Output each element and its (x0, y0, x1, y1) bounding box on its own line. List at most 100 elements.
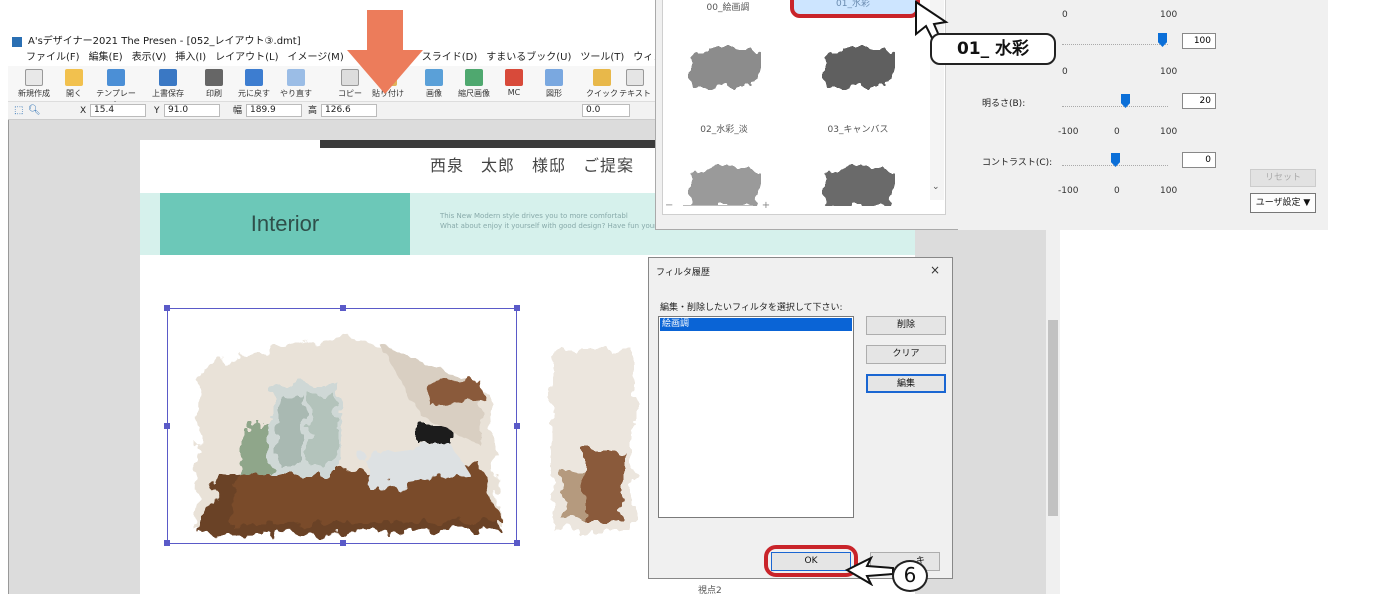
dialog-prompt: 編集・削除したいフィルタを選択して下さい: (660, 303, 843, 313)
new-label: 新規作成 (18, 89, 50, 98)
intensity-value[interactable]: 100 (1182, 33, 1216, 49)
menu-layout[interactable]: レイアウト(L) (215, 50, 278, 66)
menu-tools[interactable]: ツール(T) (580, 50, 624, 66)
clear-button[interactable]: クリア (866, 345, 946, 364)
delete-button[interactable]: 削除 (866, 316, 946, 335)
width-field[interactable]: 189.9 (246, 104, 302, 117)
scale-min: 0 (1062, 67, 1068, 77)
filter-thumbnail-list[interactable]: 00_絵画調 02_水彩_淡 03_キャンバス (662, 0, 946, 215)
select-tool-icon[interactable]: ⬚ (14, 102, 23, 120)
shape-button[interactable]: 図形 (532, 66, 576, 102)
scale-max: 100 (1160, 186, 1178, 196)
undo-button[interactable]: 元に戻す (232, 66, 276, 102)
scale-max: 100 (1160, 10, 1178, 20)
zoom-track[interactable] (682, 204, 753, 206)
x-field[interactable]: 15.4 (90, 104, 146, 117)
height-field[interactable]: 126.6 (321, 104, 377, 117)
quick-label: クイック (586, 89, 618, 98)
menu-slide[interactable]: スライド(D) (422, 50, 478, 66)
resize-handle[interactable] (514, 305, 520, 311)
zoom-icon[interactable]: 🔍︎ (28, 102, 41, 120)
resize-handle[interactable] (164, 540, 170, 546)
menu-file[interactable]: ファイル(F) (26, 50, 80, 66)
menu-smile-book[interactable]: すまいるブック(U) (486, 50, 571, 66)
user-settings-button[interactable]: ユーザ設定 ▼ (1250, 193, 1316, 213)
zoom-in-icon[interactable]: + (762, 200, 770, 211)
new-file-icon (25, 69, 43, 86)
scale-min: -100 (1058, 127, 1079, 137)
zoom-out-icon[interactable]: − (665, 200, 673, 211)
redo-button[interactable]: やり直す (274, 66, 318, 102)
edit-button[interactable]: 編集 (866, 374, 946, 393)
filter-label-canvas: 03_キャンバス (827, 125, 889, 135)
save-button[interactable]: 上書保存 (146, 66, 190, 102)
y-field[interactable]: 91.0 (164, 104, 220, 117)
description-line-1: This New Modern style drives you to more… (440, 212, 628, 220)
save-icon (159, 69, 177, 86)
redo-label: やり直す (280, 89, 312, 98)
app-icon (12, 37, 22, 47)
section-description: This New Modern style drives you to more… (440, 211, 675, 231)
text-label: テキスト (619, 89, 651, 98)
resize-handle[interactable] (164, 305, 170, 311)
menu-insert[interactable]: 挿入(I) (175, 50, 206, 66)
undo-label: 元に戻す (238, 89, 270, 98)
text-button[interactable]: テキスト (618, 66, 652, 102)
mc-icon (505, 69, 523, 86)
filter-thumb-canvas[interactable] (821, 44, 895, 90)
filter-history-list[interactable] (658, 316, 854, 518)
scale-min: -100 (1058, 186, 1079, 196)
menu-image[interactable]: イメージ(M) (287, 50, 343, 66)
resize-handle[interactable] (164, 423, 170, 429)
resize-handle[interactable] (514, 540, 520, 546)
brightness-value[interactable]: 20 (1182, 93, 1216, 109)
house-icon (465, 69, 483, 86)
save-label: 上書保存 (152, 89, 184, 98)
folder-icon (65, 69, 83, 86)
description-line-2: What about enjoy it yourself with good d… (440, 222, 675, 230)
resize-handle[interactable] (514, 423, 520, 429)
quick-icon (593, 69, 611, 86)
brightness-slider-track[interactable] (1062, 106, 1168, 109)
filter-thumb-next-2[interactable] (821, 160, 895, 206)
menu-edit[interactable]: 編集(E) (89, 50, 123, 66)
selection-frame[interactable] (164, 305, 520, 546)
scale-max: 100 (1160, 127, 1178, 137)
selected-filter-label: 01_水彩 (836, 0, 870, 9)
shape-icon (545, 69, 563, 86)
brightness-label: 明るさ(B): (982, 99, 1026, 109)
resize-handle[interactable] (340, 540, 346, 546)
scale-mid: 0 (1114, 127, 1120, 137)
filter-thumb-watercolor-selected[interactable]: 01_水彩 (790, 0, 920, 18)
rotation-field[interactable]: 0.0 (582, 104, 630, 117)
window-title: A'sデザイナー2021 The Presen - [052_レイアウト③.dm… (28, 36, 301, 47)
scale-image-button[interactable]: 縮尺画像 (452, 66, 496, 102)
mc-button[interactable]: MC (492, 66, 536, 102)
y-label: Y (154, 106, 160, 116)
resize-handle[interactable] (340, 305, 346, 311)
second-room-image[interactable] (543, 330, 643, 540)
scrollbar-thumb[interactable] (1048, 320, 1058, 516)
template-button[interactable]: テンプレート (94, 66, 138, 109)
contrast-value[interactable]: 0 (1182, 152, 1216, 168)
print-button[interactable]: 印刷 (192, 66, 236, 102)
list-item[interactable]: 絵画調 (660, 318, 852, 331)
filter-thumb-watercolor-light[interactable] (687, 44, 761, 90)
shape-label: 図形 (546, 89, 562, 98)
menu-view[interactable]: 表示(V) (132, 50, 167, 66)
chevron-down-icon[interactable]: ⌄ (932, 182, 940, 192)
scale-mid: 0 (1114, 186, 1120, 196)
thumbnail-zoom-slider[interactable]: − + (665, 200, 770, 211)
viewpoint-label: 視点2 (698, 586, 722, 596)
width-label: 幅 (233, 106, 243, 116)
ok-button[interactable]: OK (771, 552, 851, 571)
contrast-label: コントラスト(C): (982, 158, 1053, 168)
scale-min: 0 (1062, 10, 1068, 20)
pointer-arrow-icon (845, 556, 894, 586)
new-button[interactable]: 新規作成 (12, 66, 56, 102)
intensity-slider-track[interactable] (1062, 44, 1168, 47)
filter-label-painting: 00_絵画調 (706, 3, 750, 13)
close-icon[interactable]: × (930, 263, 940, 277)
open-button[interactable]: 開く (52, 66, 96, 102)
reset-button[interactable]: リセット (1250, 169, 1316, 187)
